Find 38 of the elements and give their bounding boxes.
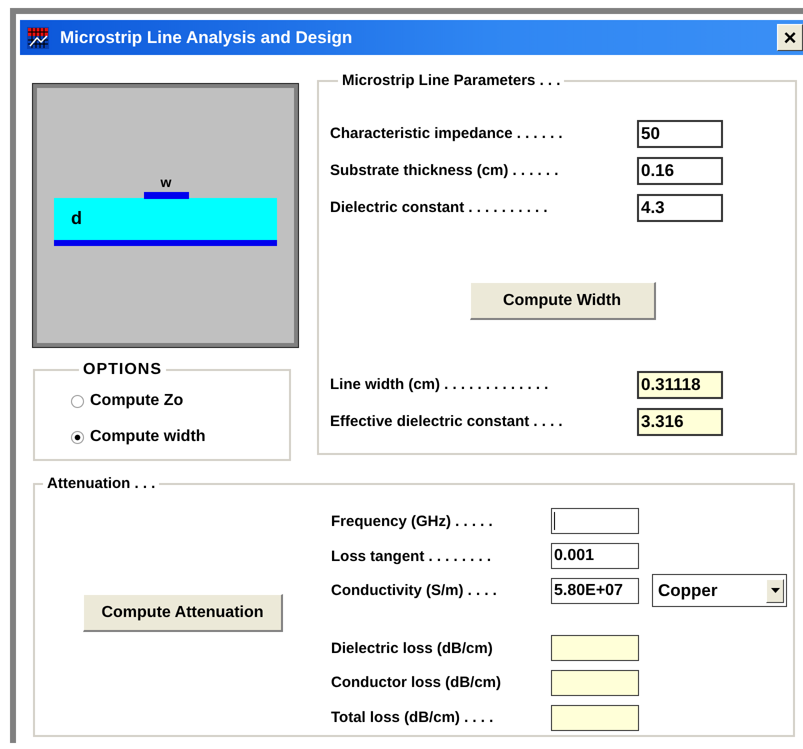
radio-option[interactable]: Compute Zo xyxy=(71,383,289,419)
thickness-label: d xyxy=(71,208,82,228)
group-title: Microstrip Line Parameters . . . xyxy=(341,72,562,89)
field-label: Conductivity (S/m) . . . . xyxy=(331,582,498,600)
field-label: Total loss (dB/cm) . . . . xyxy=(331,709,494,726)
field-label: Dielectric loss (dB/cm) xyxy=(331,640,494,657)
strip-conductor xyxy=(144,192,189,199)
field-label: Line width (cm) . . . . . . . . . . . . . xyxy=(330,376,550,393)
width-label: w xyxy=(160,174,172,190)
field-label: Effective dielectric constant . . . . xyxy=(330,413,564,430)
input-field[interactable]: 4.3 xyxy=(637,194,723,222)
window-title: Microstrip Line Analysis and Design xyxy=(60,28,352,48)
field-label: Dielectric constant . . . . . . . . . . xyxy=(330,199,549,216)
output-field[interactable]: 3.316 xyxy=(637,408,723,436)
field-label: Characteristic impedance . . . . . . xyxy=(330,125,564,142)
radio-icon[interactable] xyxy=(71,430,84,444)
compute-attenuation-button[interactable]: Compute Attenuation xyxy=(83,594,283,632)
radio-option[interactable]: Compute width xyxy=(71,419,289,455)
output-field[interactable] xyxy=(551,635,639,662)
field-label: Substrate thickness (cm) . . . . . . xyxy=(330,162,560,179)
radio-icon[interactable] xyxy=(71,394,84,408)
input-field[interactable]: 50 xyxy=(637,120,723,148)
input-field[interactable]: 5.80E+07 xyxy=(551,578,639,604)
input-field[interactable]: 0.16 xyxy=(637,156,723,184)
output-field[interactable]: 0.31118 xyxy=(637,370,723,398)
close-button[interactable]: × xyxy=(777,24,803,51)
input-field[interactable]: 0.001 xyxy=(551,543,639,570)
field-label: Frequency (GHz) . . . . . xyxy=(331,512,494,530)
app-icon xyxy=(27,26,49,48)
compute-width-button[interactable]: Compute Width xyxy=(470,282,656,320)
group-title: OPTIONS xyxy=(82,361,164,379)
output-field[interactable] xyxy=(551,670,639,696)
input-field[interactable] xyxy=(551,508,639,534)
output-field[interactable] xyxy=(551,704,639,731)
group-title: Attenuation . . . xyxy=(46,475,156,492)
field-label: Conductor loss (dB/cm) xyxy=(331,674,502,692)
field-label: Loss tangent . . . . . . . . xyxy=(331,548,492,565)
material-dropdown[interactable]: Copper xyxy=(652,574,787,608)
